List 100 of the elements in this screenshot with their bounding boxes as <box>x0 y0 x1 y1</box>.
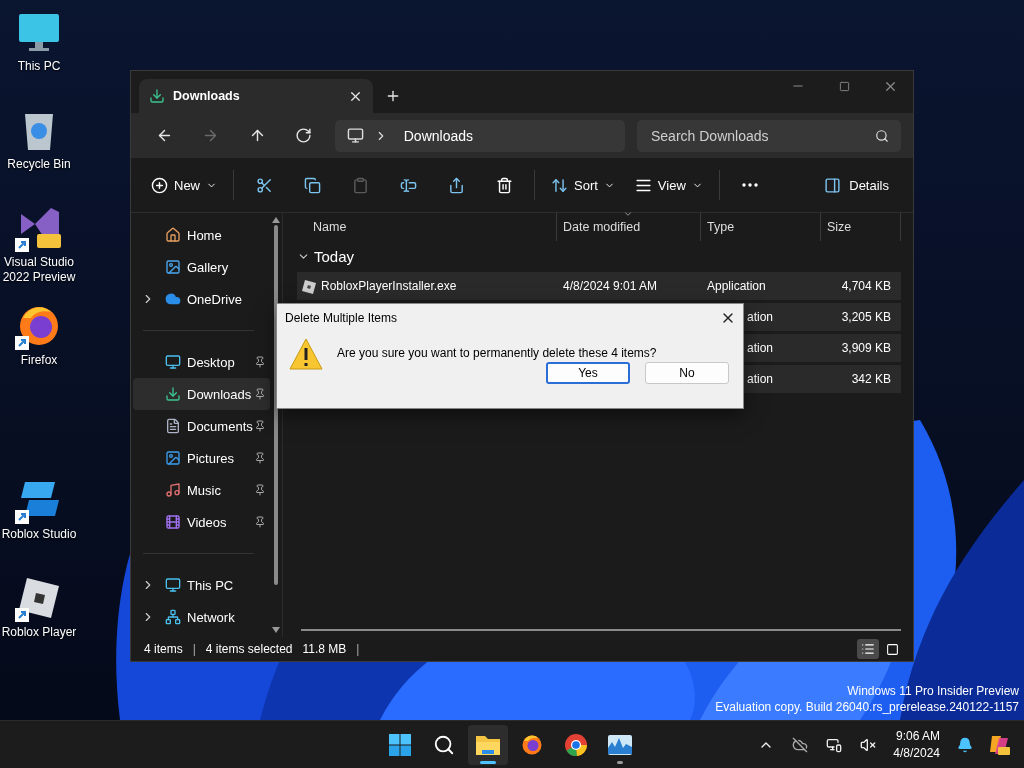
home-icon <box>165 227 181 243</box>
type-cell-text: ation <box>747 341 775 355</box>
column-header[interactable]: Type <box>701 213 821 241</box>
status-divider: | <box>356 642 360 656</box>
type-cell-text: Application <box>707 279 767 293</box>
nav-label: Home <box>187 227 223 243</box>
details-button[interactable]: Details <box>818 168 895 202</box>
taskbar-app[interactable] <box>468 725 508 765</box>
dialog-button[interactable]: Yes <box>546 362 630 384</box>
music-icon <box>165 482 181 498</box>
mute-icon <box>860 736 877 753</box>
maximize-icon <box>838 80 850 92</box>
monitor-icon <box>165 577 181 593</box>
nav-label: Music <box>187 482 222 498</box>
scissors-icon <box>255 176 273 194</box>
list-icon <box>861 642 875 656</box>
nav-item[interactable]: OneDrive <box>133 283 270 315</box>
size-cell-text: 3,909 KB <box>840 341 892 355</box>
details-view-button[interactable] <box>857 639 879 659</box>
sort-caret-icon <box>623 209 633 219</box>
desktop-shortcut[interactable]: This PC <box>0 8 78 106</box>
nav-item[interactable]: Network <box>133 601 270 633</box>
more-icon <box>741 183 758 187</box>
clock[interactable]: 9:06 AM 4/8/2024 <box>889 727 944 762</box>
file-icon <box>302 280 316 294</box>
picture-icon <box>165 450 181 466</box>
cloud-icon <box>165 291 181 307</box>
nav-item[interactable]: Home <box>133 219 270 251</box>
folder-icon <box>475 733 501 757</box>
search-icon <box>433 734 455 756</box>
trash-icon <box>495 176 513 194</box>
nav-item[interactable]: Documents <box>133 410 270 442</box>
new-button[interactable]: New <box>145 168 223 202</box>
desktop-shortcut[interactable]: Recycle Bin <box>0 106 78 204</box>
nav-label: This PC <box>187 577 235 593</box>
monitor-icon <box>165 354 181 370</box>
nav-item[interactable]: Pictures <box>133 442 270 474</box>
search-icon <box>875 128 889 143</box>
network-icon <box>165 609 181 625</box>
bell-icon <box>957 736 973 753</box>
view-button[interactable]: View <box>628 168 709 202</box>
dialog-title: Delete Multiple Items <box>285 311 399 325</box>
nav-label: Network <box>187 609 236 625</box>
sort-icon <box>551 176 568 194</box>
windows-logo-icon <box>388 733 412 757</box>
cloud-off-icon <box>792 736 809 753</box>
group-header[interactable]: Today <box>297 241 901 271</box>
column-header[interactable]: Date modified <box>557 213 701 241</box>
nav-item[interactable]: Videos <box>133 506 270 538</box>
nav-label: Downloads <box>187 386 253 402</box>
warning-icon <box>289 338 323 370</box>
refresh-icon <box>295 127 313 144</box>
date-cell-text: 4/8/2024 9:01 AM <box>563 279 659 293</box>
watermark-text: Evaluation copy. Build 26040.rs_prerelease.240122-1157 <box>715 699 1019 715</box>
nav-label: Pictures <box>187 450 235 466</box>
copilot-icon <box>988 733 1010 756</box>
address-bar[interactable]: Downloads <box>334 119 625 152</box>
nav-label: Videos <box>187 514 228 530</box>
search-field[interactable]: Search Downloads <box>637 119 901 152</box>
rename-icon <box>399 176 417 194</box>
file-row[interactable]: RobloxPlayerInstaller.exe 4/8/2024 9:01 AM Application 4,704 KB <box>297 272 901 300</box>
size-cell-text: 342 KB <box>850 372 892 386</box>
desktop-shortcut[interactable]: Roblox Studio <box>0 476 78 574</box>
nav-item[interactable]: Desktop <box>133 346 270 378</box>
selection-size: 11.8 MB <box>302 642 347 656</box>
square-icon <box>885 642 899 656</box>
video-icon <box>165 514 181 530</box>
item-count: 4 items <box>144 642 183 656</box>
desktop-shortcut[interactable]: Roblox Player <box>0 574 78 672</box>
status-divider: | <box>192 642 196 656</box>
dialog-message: Are you sure you want to permanently delete these 4 items? <box>337 346 657 360</box>
dialog-button[interactable]: No <box>645 362 729 384</box>
sort-button[interactable]: Sort <box>545 168 621 202</box>
size-cell-text: 4,704 KB <box>840 279 892 293</box>
copy-icon <box>303 176 321 194</box>
scroll-up-icon[interactable] <box>272 217 280 223</box>
nav-item[interactable]: Music <box>133 474 270 506</box>
column-header[interactable]: Size <box>821 213 901 241</box>
type-cell-text: ation <box>747 372 775 386</box>
folder-tab[interactable]: Downloads <box>139 79 373 113</box>
nav-label: Gallery <box>187 259 230 275</box>
nav-item[interactable]: Gallery <box>133 251 270 283</box>
scroll-down-icon[interactable] <box>272 627 280 633</box>
clipboard-icon <box>351 176 369 194</box>
nav-item[interactable]: This PC <box>133 569 270 601</box>
type-cell-text: ation <box>747 310 775 324</box>
desktop-shortcut[interactable]: Visual Studio 2022 Preview <box>0 204 78 302</box>
nav-label: Desktop <box>187 354 236 370</box>
desktop-shortcut[interactable]: Firefox <box>0 302 78 400</box>
watermark-text: Windows 11 Pro Insider Preview <box>847 683 1019 699</box>
nav-label: Documents <box>187 418 254 434</box>
selection-count: 4 items selected <box>205 642 293 656</box>
file-name: RobloxPlayerInstaller.exe <box>297 279 555 293</box>
nav-label: OneDrive <box>187 291 243 307</box>
monitor-icon <box>346 127 364 144</box>
plus-icon <box>151 176 168 194</box>
column-header[interactable]: Name <box>299 213 557 241</box>
nav-item[interactable]: Downloads <box>133 378 270 410</box>
plus-icon <box>385 88 401 104</box>
horizontal-scrollbar[interactable] <box>301 629 901 631</box>
